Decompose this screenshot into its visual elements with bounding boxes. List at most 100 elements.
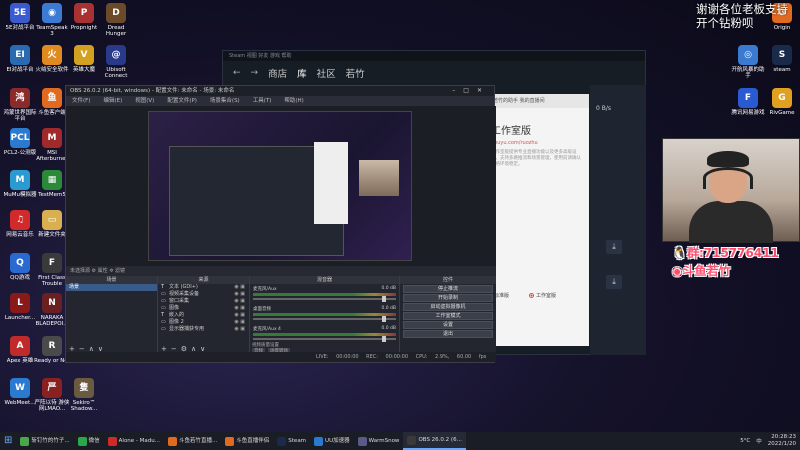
source-item[interactable]: T 文本 (GDI+) ◉ ▣ [158, 284, 249, 291]
source-item[interactable]: ▭ 显示器捕获专用 ◉ ▣ [158, 326, 249, 333]
steam-download-panel: 0 B/s ⤓ ⤓ [590, 85, 646, 355]
taskbar-item[interactable]: Alone - Madu... [104, 432, 164, 450]
obs-preview[interactable] [66, 106, 496, 266]
source-item[interactable]: ▭ 图像 ◉ ▣ [158, 305, 249, 312]
forward-arrow-icon[interactable]: → [251, 68, 259, 78]
slider-handle[interactable] [382, 316, 386, 322]
desktop-icon[interactable]: PCL PCL2-公测版 [2, 128, 38, 156]
desktop-icon[interactable]: 隻 Sekiro™ Shadow... [66, 378, 102, 412]
obs-menu-item[interactable]: 视图(V) [135, 96, 154, 106]
desktop-icon[interactable]: ♫ 网易云音乐 [2, 210, 38, 238]
desktop-icon-label: 5E对战平台 [5, 25, 35, 31]
taskbar-item[interactable]: 斗鱼若竹直播... [164, 432, 221, 450]
volume-slider[interactable] [253, 316, 396, 322]
taskbar-item[interactable]: 微信 [74, 432, 104, 450]
control-button[interactable]: 工作室模式 [403, 312, 493, 320]
visibility-eye-icon[interactable]: ◉ ▣ [234, 298, 245, 305]
obs-window[interactable]: OBS 26.0.2 (64-bit, windows) - 配置文件: 未命名… [65, 85, 496, 363]
douyu-overlay: ◉斗鱼若竹 [672, 264, 731, 278]
thanks-line-2: 开个钻粉呗 [696, 16, 754, 30]
window-controls[interactable]: –□✕ [452, 86, 490, 96]
volume-slider[interactable] [253, 296, 396, 302]
desktop-icon[interactable]: F 腾讯网易游戏 [730, 88, 766, 116]
volume-slider[interactable] [253, 336, 396, 342]
taskbar-item[interactable]: WarmSnow [354, 432, 404, 450]
obs-menu-item[interactable]: 编辑(E) [103, 96, 122, 106]
source-item[interactable]: ▭ 窗口采集 ◉ ▣ [158, 298, 249, 305]
desktop-icon[interactable]: M MuMu模拟器 [2, 170, 38, 198]
control-button[interactable]: 退出 [403, 330, 493, 338]
steam-menubar[interactable]: Steam 视图 好友 游戏 帮助 [223, 51, 645, 61]
taskbar-item[interactable]: UU加速器 [310, 432, 354, 450]
desktop-icon[interactable]: 严严阵以待 游侠网LMAO... [34, 378, 70, 412]
obs-menu-item[interactable]: 工具(T) [253, 96, 272, 106]
system-tray: 5°C 中 20:28:23 2022/1/20 [740, 432, 796, 450]
dialog-subtitle[interactable]: douyu.com/ruozhu [491, 140, 589, 146]
visibility-eye-icon[interactable]: ◉ ▣ [234, 312, 245, 319]
desktop-icon[interactable]: Ssteam [764, 45, 800, 73]
scene-item[interactable]: 场景 [66, 284, 157, 291]
clock[interactable]: 20:28:23 2022/1/20 [768, 434, 796, 448]
desktop-icon[interactable]: L Launcher... [2, 293, 38, 321]
ime-indicator[interactable]: 中 [756, 437, 762, 445]
slider-handle[interactable] [382, 336, 386, 342]
visibility-eye-icon[interactable]: ◉ ▣ [234, 291, 245, 298]
obs-menu-item[interactable]: 场景集合(S) [210, 96, 240, 106]
download-icon[interactable]: ⤓ [606, 240, 622, 254]
nav-store[interactable]: 商店 [268, 66, 287, 80]
clock-time: 20:28:23 [771, 434, 796, 440]
scenes-header: 场景 [66, 276, 157, 284]
nav-community[interactable]: 社区 [317, 66, 336, 80]
desktop-icon[interactable]: 火火绒安全软件 [34, 45, 70, 73]
taskbar-item[interactable]: 斩钉竹的竹子... [16, 432, 73, 450]
radio-studio[interactable]: 工作室版 [529, 292, 556, 299]
visibility-eye-icon[interactable]: ◉ ▣ [234, 326, 245, 333]
control-button[interactable]: 启动虚拟摄像机 [403, 303, 493, 311]
desktop-icon[interactable]: 5E 5E对战平台 [2, 3, 38, 31]
visibility-eye-icon[interactable]: ◉ ▣ [234, 305, 245, 312]
taskbar-app-icon [77, 436, 87, 446]
source-item[interactable]: T 嵌入的 ◉ ▣ [158, 312, 249, 319]
nav-user[interactable]: 若竹 [346, 66, 365, 80]
desktop-icon[interactable]: V 英雄大魔 [66, 45, 102, 73]
desktop-icon[interactable]: ◎ 开航风暴的助手 [730, 45, 766, 79]
desktop-icon[interactable]: EI EI对战平台 [2, 45, 38, 73]
source-item[interactable]: ▭ 图像 2 ◉ ▣ [158, 319, 249, 326]
taskbar-item[interactable]: 斗鱼直播伴侣 [221, 432, 273, 450]
source-item[interactable]: ▭ 视频采集设备 ◉ ▣ [158, 291, 249, 298]
weather[interactable]: 5°C [740, 438, 750, 444]
nav-library[interactable]: 库 [297, 66, 307, 80]
download-icon-2[interactable]: ⤓ [606, 275, 622, 289]
taskbar-app-icon [277, 436, 287, 446]
obs-menu-item[interactable]: 帮助(H) [284, 96, 303, 106]
obs-menu-item[interactable]: 配置文件(P) [167, 96, 197, 106]
app-icon: G [772, 88, 792, 108]
desktop-icon[interactable]: G RivGame [764, 88, 800, 116]
taskbar-item[interactable]: OBS 26.0.2 (6... [403, 432, 466, 450]
desktop-icon[interactable]: D Dread Hunger [98, 3, 134, 37]
obs-title-text: OBS 26.0.2 (64-bit, windows) - 配置文件: 未命名… [70, 88, 235, 94]
visibility-eye-icon[interactable]: ◉ ▣ [234, 319, 245, 326]
app-icon: ▦ [42, 170, 62, 190]
obs-menu-item[interactable]: 文件(F) [72, 96, 90, 106]
qq-group-overlay: 🐧群:715776411 [672, 246, 779, 260]
control-button[interactable]: 停止推流 [403, 285, 493, 293]
control-button[interactable]: 开始录制 [403, 294, 493, 302]
slider-handle[interactable] [382, 296, 386, 302]
taskbar-item-label: WarmSnow [368, 438, 400, 444]
desktop-icon[interactable]: P Propnight [66, 3, 102, 31]
taskbar-item[interactable]: Steam [273, 432, 310, 450]
desktop-icon[interactable]: ◉ TeamSpeak 3 [34, 3, 70, 37]
start-button[interactable]: ⊞ [0, 432, 16, 450]
desktop-icon[interactable]: 鸿鸿蒙世界国际平台 [2, 88, 38, 122]
desktop-icon-label: RivGame [769, 110, 795, 116]
control-button[interactable]: 设置 [403, 321, 493, 329]
desktop-icon-label: 网易云音乐 [6, 232, 34, 238]
source-toolbar[interactable]: 未选择源 ⚙ 属性 ✲ 滤镜 [66, 266, 496, 276]
desktop-icon[interactable]: A Apex 英雄 [2, 336, 38, 364]
desktop-icon[interactable]: Q QQ游戏 [2, 253, 38, 281]
visibility-eye-icon[interactable]: ◉ ▣ [234, 284, 245, 291]
back-arrow-icon[interactable]: ← [233, 68, 241, 78]
desktop-icon[interactable]: W WebMeet... [2, 378, 38, 406]
desktop-icon[interactable]: @ Ubisoft Connect [98, 45, 134, 79]
